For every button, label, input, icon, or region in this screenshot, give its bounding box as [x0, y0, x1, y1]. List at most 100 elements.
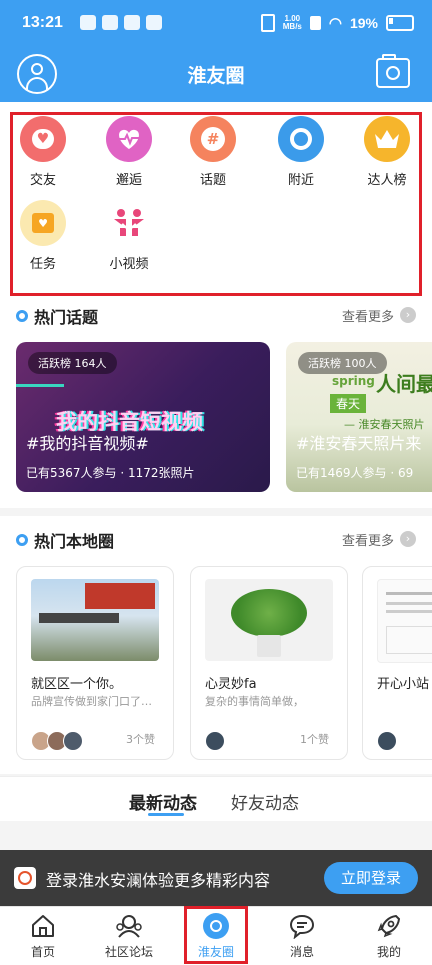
tab-label: 社区论坛 [104, 945, 153, 959]
local-circles-more-link[interactable]: 查看更多 [342, 530, 394, 549]
topic-stats: 已有1469人参与 · 69 [296, 466, 414, 480]
app-logo-icon [14, 867, 36, 889]
member-avatars [31, 731, 83, 751]
message-icon [289, 913, 315, 940]
sim-icon [309, 16, 321, 30]
battery-percent: 19% [349, 15, 378, 31]
like-count: 3个赞 [126, 733, 155, 746]
app-notification-icon [146, 15, 162, 30]
topic-banner-title: 人间最 [376, 372, 432, 396]
category-leaderboard[interactable]: 达人榜 [352, 116, 422, 188]
topic-stats: 已有5367人参与 · 1172张照片 [26, 466, 195, 480]
doc-line [386, 592, 432, 595]
section-dot-icon [16, 534, 28, 546]
heart-chat-icon: ♥ [20, 116, 66, 162]
feed-tabs: 最新动态 好友动态 [0, 776, 432, 821]
like-count: 1个赞 [300, 733, 329, 746]
category-encounter[interactable]: 邂逅 [94, 116, 164, 188]
tiktok-icon [102, 15, 118, 30]
tab-home[interactable]: 首页 [0, 907, 86, 965]
category-topics[interactable]: # 话题 [178, 116, 248, 188]
category-short-video[interactable]: 小视频 [94, 200, 164, 272]
doc-table [386, 626, 432, 654]
app-notification-icon [80, 15, 96, 30]
crown-icon [364, 116, 410, 162]
category-label: 交友 [29, 173, 56, 188]
login-button[interactable]: 立即登录 [324, 862, 418, 894]
plant-pot-shape [257, 635, 281, 657]
notification-icons [80, 15, 162, 30]
doc-line [386, 610, 432, 613]
card-title: 开心小站 [377, 677, 430, 692]
page-title: 淮友圈 [187, 65, 245, 87]
topic-banner-spring: spring [332, 374, 375, 388]
plant-leaves-shape [231, 589, 307, 637]
card-photo [31, 579, 159, 661]
tab-highlight-box [184, 906, 248, 964]
hot-topics-more-link[interactable]: 查看更多 [342, 306, 394, 325]
tab-mine[interactable]: 我的 [346, 907, 432, 965]
member-avatars [205, 731, 225, 751]
status-bar: 13:21 1.00 MB/s ◠ 19% [0, 0, 432, 48]
category-tasks[interactable]: ♥ 任务 [8, 200, 78, 272]
heartbeat-icon [106, 116, 152, 162]
topic-decor-line [16, 384, 64, 387]
battery-icon [386, 15, 414, 31]
rocket-icon [376, 913, 402, 939]
app-notification-icon [124, 15, 140, 30]
local-circle-card[interactable]: 开心小站 [362, 566, 432, 760]
card-photo [205, 579, 333, 661]
local-circle-card[interactable]: 心灵妙fa 复杂的事情简单做， 1个赞 [190, 566, 348, 760]
card-photo [377, 579, 432, 663]
doc-line [386, 602, 432, 605]
login-prompt-bar: 登录淮水安澜体验更多精彩内容 立即登录 [0, 850, 432, 906]
card-desc: 复杂的事情简单做， [205, 695, 304, 708]
hot-topics-header: 热门话题 查看更多 › [0, 298, 432, 334]
community-icon [116, 913, 142, 939]
category-section: ♥ 交友 邂逅 # 话题 附近 达人榜 ♥ 任务 小视频 [0, 102, 432, 298]
tab-messages[interactable]: 消息 [259, 907, 345, 965]
camera-lens [386, 66, 400, 80]
category-label: 话题 [199, 173, 226, 188]
tab-latest[interactable]: 最新动态 [129, 789, 197, 814]
tab-label: 首页 [30, 945, 55, 959]
local-circles-header: 热门本地圈 查看更多 › [0, 522, 432, 558]
login-prompt-text: 登录淮水安澜体验更多精彩内容 [46, 871, 271, 890]
category-nearby[interactable]: 附近 [266, 116, 336, 188]
wifi-icon: ◠ [328, 15, 342, 32]
card-desc: 品牌宣传做到家门口了… [31, 695, 152, 708]
canopy-shape [39, 613, 119, 623]
chevron-right-icon[interactable]: › [400, 307, 416, 323]
section-title: 热门话题 [34, 308, 99, 327]
net-speed: 1.00 MB/s [282, 14, 302, 31]
camera-button[interactable] [376, 54, 410, 88]
two-people-icon [106, 200, 152, 246]
tab-community[interactable]: 社区论坛 [86, 907, 172, 965]
topic-name: #我的抖音视频# [26, 434, 149, 453]
location-pin-icon [278, 116, 324, 162]
section-title: 热门本地圈 [34, 532, 115, 551]
category-label: 小视频 [109, 257, 149, 272]
topic-card[interactable]: spring 人间最 春天 — 淮安春天照片 活跃榜 100人 #淮安春天照片来… [286, 342, 432, 492]
category-label: 邂逅 [115, 173, 142, 188]
category-dating[interactable]: ♥ 交友 [8, 116, 78, 188]
section-dot-icon [16, 310, 28, 322]
member-avatars [377, 731, 397, 751]
card-title: 就区区一个你。 [31, 677, 123, 692]
local-circle-card[interactable]: 就区区一个你。 品牌宣传做到家门口了… 3个赞 [16, 566, 174, 760]
billboard-shape [85, 583, 155, 609]
home-icon [30, 913, 56, 939]
hashtag-icon: # [190, 116, 236, 162]
task-calendar-icon: ♥ [20, 200, 66, 246]
active-tab-underline [148, 813, 184, 816]
chevron-right-icon[interactable]: › [400, 531, 416, 547]
card-title: 心灵妙fa [205, 677, 257, 692]
topic-rank-badge: 活跃榜 100人 [298, 352, 387, 374]
top-nav-bar: 淮友圈 [0, 48, 432, 102]
topic-card[interactable]: 我的抖音短视频 活跃榜 164人 #我的抖音视频# 已有5367人参与 · 11… [16, 342, 270, 492]
topic-name: #淮安春天照片来 [296, 434, 422, 453]
tab-friends[interactable]: 好友动态 [231, 789, 299, 814]
category-label: 附近 [287, 173, 314, 188]
category-label: 任务 [29, 257, 56, 272]
category-label: 达人榜 [367, 173, 407, 188]
